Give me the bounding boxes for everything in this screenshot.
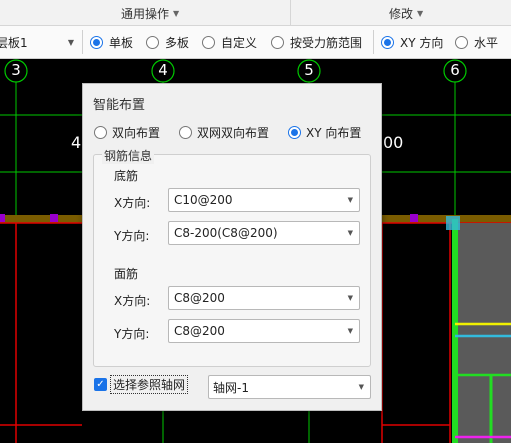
- chevron-down-icon: ▼: [347, 196, 353, 204]
- radio-two-way[interactable]: 双向布置: [94, 124, 160, 141]
- marker: [410, 214, 418, 222]
- radio-button[interactable]: [146, 36, 159, 49]
- chevron-down-icon: ▼: [358, 383, 364, 391]
- top-x-value: C8@200: [174, 291, 225, 305]
- grid-select-value: 轴网-1: [213, 380, 249, 395]
- layer-dropdown-value: 层板1: [0, 35, 28, 50]
- axis-label: 4: [158, 61, 168, 79]
- radio-double-net-two-way[interactable]: 双网双向布置: [179, 124, 269, 141]
- chevron-down-icon: ▼: [347, 294, 353, 302]
- top-x-label: X方向:: [114, 294, 151, 308]
- radio-xy-layout[interactable]: XY 向布置: [288, 124, 361, 141]
- general-ops-menu[interactable]: 通用操作 ▼: [121, 5, 179, 22]
- group-legend: 钢筋信息: [102, 147, 155, 164]
- rebar-line: [452, 219, 458, 443]
- top-y-label: Y方向:: [114, 327, 150, 341]
- radio-single-slab[interactable]: 单板: [90, 34, 133, 51]
- axis-label: 3: [11, 61, 21, 79]
- corner-marker: [446, 216, 460, 230]
- radio-label: 多板: [165, 36, 190, 50]
- slab-region: [453, 223, 511, 443]
- radio-label: XY 方向: [400, 36, 444, 50]
- top-y-value: C8@200: [174, 324, 225, 338]
- chevron-down-icon: ▼: [347, 229, 353, 237]
- radio-label: XY 向布置: [306, 126, 362, 140]
- radio-multi-slab[interactable]: 多板: [146, 34, 189, 51]
- radio-label: 按受力筋范围: [290, 36, 363, 50]
- radio-label: 自定义: [221, 36, 258, 50]
- bottom-rebar-title: 底筋: [114, 169, 139, 183]
- toolbar-divider: [373, 30, 374, 54]
- modify-menu[interactable]: 修改 ▼: [389, 5, 423, 22]
- menu-divider: [290, 0, 291, 26]
- bottom-y-value: C8-200(C8@200): [174, 226, 278, 240]
- radio-button[interactable]: [381, 36, 394, 49]
- ref-grid-checkbox-label: 选择参照轴网: [110, 375, 189, 394]
- bottom-x-label: X方向:: [114, 196, 151, 210]
- bottom-x-value: C10@200: [174, 193, 233, 207]
- radio-button[interactable]: [94, 126, 107, 139]
- chevron-down-icon: ▼: [417, 9, 424, 18]
- radio-button[interactable]: [288, 126, 301, 139]
- radio-button[interactable]: [90, 36, 103, 49]
- radio-xy-direction[interactable]: XY 方向: [381, 34, 443, 51]
- radio-label: 水平: [474, 36, 499, 50]
- radio-label: 单板: [109, 36, 134, 50]
- radio-button[interactable]: [179, 126, 192, 139]
- grid-select[interactable]: 轴网-1 ▼: [208, 375, 371, 399]
- bottom-y-select[interactable]: C8-200(C8@200) ▼: [168, 221, 360, 245]
- toolbar: 层板1 ▼ 单板 多板 自定义 按受力筋范围 XY 方向 水平: [0, 26, 511, 59]
- bottom-x-select[interactable]: C10@200 ▼: [168, 188, 360, 212]
- layer-dropdown[interactable]: 层板1 ▼: [0, 26, 80, 58]
- toolbar-divider: [82, 30, 83, 54]
- radio-custom[interactable]: 自定义: [202, 34, 257, 51]
- chevron-down-icon: ▼: [173, 9, 180, 18]
- smart-layout-dialog: 智能布置 双向布置 双网双向布置 XY 向布置 钢筋信息 底筋 X方向: C10…: [82, 83, 382, 411]
- radio-label: 双向布置: [112, 126, 161, 140]
- axis-label: 6: [450, 61, 460, 79]
- chevron-down-icon: ▼: [67, 37, 74, 47]
- rebar-info-group: 钢筋信息 底筋 X方向: C10@200 ▼ Y方向: C8-200(C8@20…: [93, 147, 371, 367]
- chevron-down-icon: ▼: [347, 327, 353, 335]
- radio-button[interactable]: [455, 36, 468, 49]
- radio-button[interactable]: [271, 36, 284, 49]
- dialog-title: 智能布置: [93, 98, 146, 113]
- radio-horizontal[interactable]: 水平: [455, 34, 498, 51]
- marker: [0, 214, 5, 222]
- top-y-select[interactable]: C8@200 ▼: [168, 319, 360, 343]
- ref-grid-checkbox-row[interactable]: ✓ 选择参照轴网: [94, 375, 189, 394]
- top-x-select[interactable]: C8@200 ▼: [168, 286, 360, 310]
- modify-label: 修改: [389, 7, 414, 21]
- marker: [50, 214, 58, 222]
- checkbox-checked-icon[interactable]: ✓: [94, 378, 107, 391]
- axis-label: 5: [304, 61, 314, 79]
- dimension-text: 00: [383, 133, 404, 152]
- dimension-text: 4: [71, 133, 82, 152]
- top-rebar-title: 面筋: [114, 267, 139, 281]
- radio-by-rebar-range[interactable]: 按受力筋范围: [271, 34, 362, 51]
- bottom-y-label: Y方向:: [114, 229, 150, 243]
- radio-label: 双网双向布置: [197, 126, 270, 140]
- ribbon-group-header: 通用操作 ▼ 修改 ▼: [0, 0, 511, 26]
- radio-button[interactable]: [202, 36, 215, 49]
- general-ops-label: 通用操作: [121, 7, 170, 21]
